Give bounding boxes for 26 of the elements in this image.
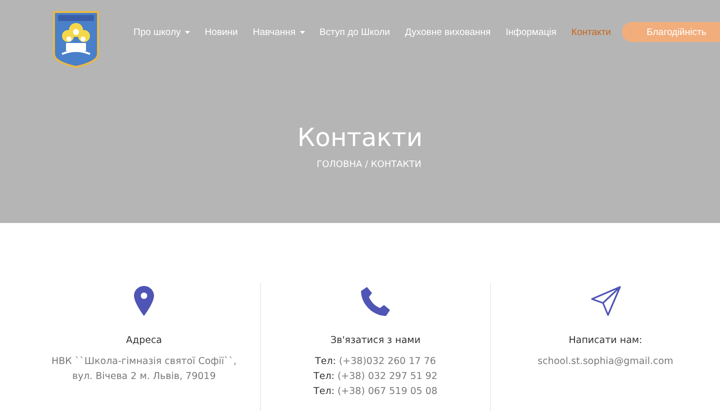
phone-label: Тел:: [315, 355, 336, 369]
nav-link[interactable]: Інформація: [498, 26, 564, 38]
address-line: вул. Вічева 2 м. Львів, 79019: [72, 370, 216, 384]
logo-icon[interactable]: [52, 10, 100, 68]
phone-number: (+38)032 260 17 76: [338, 355, 436, 369]
address-line: НВК ``Школа-гімназія святої Софії``,: [51, 355, 237, 369]
nav-link[interactable]: Контакти: [564, 26, 618, 38]
nav-link[interactable]: Навчання: [245, 26, 312, 38]
contact-heading: Адреса: [126, 335, 162, 346]
phone-icon: [361, 286, 390, 316]
page-title: Контакти: [297, 123, 423, 152]
phone-number: (+38) 032 297 51 92: [337, 370, 438, 384]
phone-label: Тел:: [314, 385, 334, 399]
contact-heading: Зв'язатися з нами: [330, 335, 420, 346]
phone-label: Тел:: [314, 370, 334, 384]
map-pin-icon: [134, 286, 154, 316]
nav-link[interactable]: Духовне виховання: [397, 26, 498, 38]
breadcrumb: ГОЛОВНА / КОНТАКТИ: [316, 160, 422, 170]
nav-link[interactable]: Новини: [197, 26, 246, 38]
donate-button[interactable]: Благодійність: [622, 22, 720, 42]
paper-plane-icon: [590, 286, 620, 316]
nav-link[interactable]: Про школу: [126, 26, 198, 38]
nav-link[interactable]: Вступ до Школи: [312, 26, 398, 38]
phone-number: (+38) 067 519 05 08: [337, 385, 438, 399]
contact-heading: Написати нам:: [568, 335, 642, 346]
email-address: school.st.sophia@gmail.com: [538, 355, 674, 369]
